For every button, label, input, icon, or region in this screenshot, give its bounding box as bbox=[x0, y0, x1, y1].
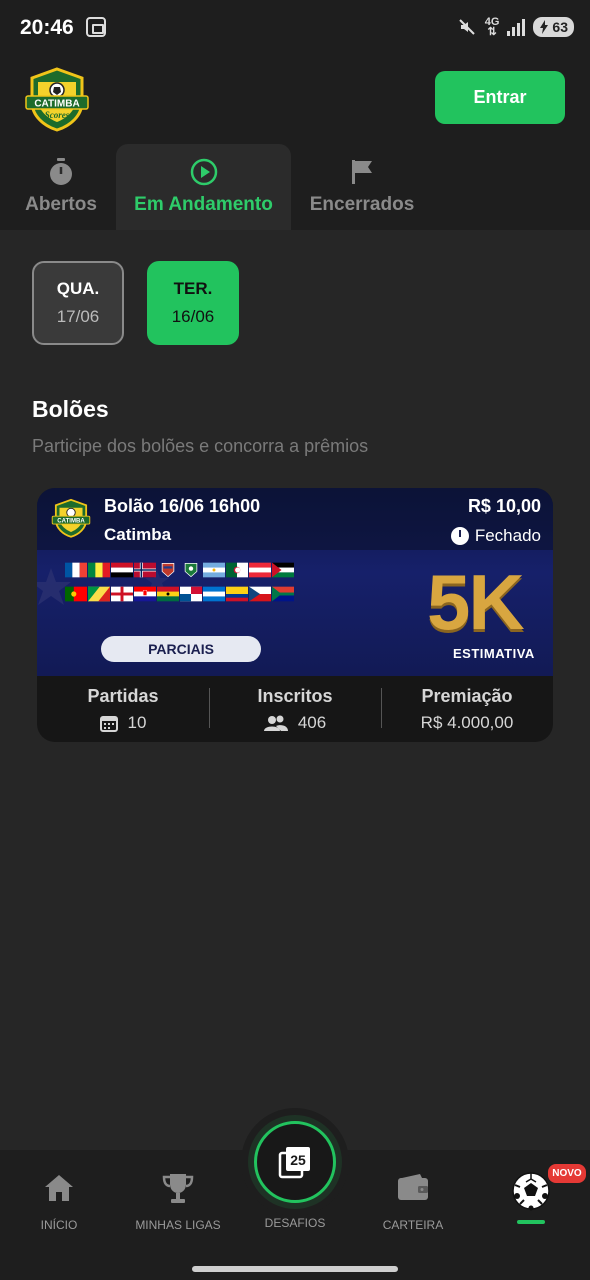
mute-icon bbox=[457, 17, 477, 37]
flag-colombia-icon bbox=[226, 586, 248, 602]
challenges-icon-number: 25 bbox=[290, 1152, 306, 1168]
nav-challenges-label[interactable]: DESAFIOS bbox=[245, 1216, 345, 1230]
calendar-icon bbox=[99, 715, 118, 732]
challenges-cards-icon: 25 bbox=[278, 1147, 310, 1179]
stat-entrants: Inscritos 406 bbox=[209, 676, 381, 742]
stat-entrants-value: 406 bbox=[297, 712, 327, 732]
tab-closed[interactable]: Encerrados bbox=[300, 144, 424, 230]
trophy-icon bbox=[160, 1170, 196, 1206]
flag-club-crest-icon bbox=[161, 563, 175, 578]
catimba-scores-logo[interactable]: CATIMBA Scores bbox=[24, 66, 90, 132]
status-bar: 20:46 4G ⇅ 63 bbox=[0, 0, 590, 56]
flag-algeria-icon bbox=[226, 562, 248, 578]
nav-home-label: INÍCIO bbox=[40, 1218, 78, 1232]
status-time: 20:46 bbox=[20, 16, 74, 39]
nav-my-leagues[interactable]: MINHAS LIGAS bbox=[128, 1150, 228, 1258]
date-chip-date: 17/06 bbox=[56, 307, 100, 326]
gesture-bar bbox=[0, 1258, 590, 1280]
tab-closed-label: Encerrados bbox=[309, 194, 415, 215]
stat-matches-label: Partidas bbox=[87, 685, 159, 706]
challenges-fab-wrapper: 25 bbox=[241, 1108, 349, 1216]
pool-card[interactable]: CATIMBA Bolão 16/06 16h00 Catimba R$ 10,… bbox=[37, 488, 553, 742]
nav-wallet-label: CARTEIRA bbox=[382, 1218, 444, 1232]
flag-south-africa-icon bbox=[272, 586, 294, 602]
flag-senegal-icon bbox=[88, 562, 110, 578]
flag-icon bbox=[348, 158, 376, 186]
flag-jordan-icon bbox=[272, 562, 294, 578]
tab-in-progress[interactable]: Em Andamento bbox=[116, 144, 291, 230]
date-chip-day: QUA. bbox=[56, 279, 100, 298]
section-subtitle: Participe dos bolões e concorra a prêmio… bbox=[32, 436, 369, 456]
flag-england-icon bbox=[111, 586, 133, 602]
users-icon bbox=[263, 715, 288, 731]
flag-france-icon bbox=[65, 562, 87, 578]
logo-text: CATIMBA bbox=[34, 99, 79, 110]
login-button[interactable]: Entrar bbox=[435, 71, 565, 124]
app-header: CATIMBA Scores Entrar bbox=[0, 56, 590, 144]
wallet-icon bbox=[395, 1170, 431, 1206]
prize-headline: 5K bbox=[427, 558, 525, 646]
flag-iraq-icon bbox=[111, 562, 133, 578]
prize-caption: ESTIMATIVA bbox=[453, 646, 535, 661]
flag-portugal-icon bbox=[65, 586, 87, 602]
stat-prize: Premiação R$ 4.000,00 bbox=[381, 676, 553, 742]
stopwatch-icon bbox=[47, 158, 75, 186]
stat-matches-value: 10 bbox=[127, 712, 147, 732]
section-title: Bolões bbox=[32, 396, 109, 422]
organizer-logo: CATIMBA bbox=[51, 498, 91, 538]
nav-soccer-ball-icon[interactable] bbox=[510, 1170, 552, 1212]
date-chip-date: 16/06 bbox=[171, 307, 215, 326]
play-circle-icon bbox=[190, 158, 218, 186]
network-label: 4G bbox=[484, 16, 500, 28]
pool-status-label: Fechado bbox=[474, 526, 541, 545]
partials-button[interactable]: PARCIAIS bbox=[101, 636, 261, 662]
stat-matches: Partidas 10 bbox=[37, 676, 209, 742]
challenges-button[interactable]: 25 bbox=[254, 1121, 336, 1203]
tab-in-progress-label: Em Andamento bbox=[134, 194, 273, 215]
pool-price: R$ 10,00 bbox=[467, 496, 541, 516]
charging-icon bbox=[540, 20, 549, 34]
battery-level: 63 bbox=[552, 19, 568, 35]
pool-organizer: Catimba bbox=[104, 525, 172, 544]
flag-panama-icon bbox=[180, 586, 202, 602]
status-tabs: Abertos Em Andamento Encerrados bbox=[0, 144, 590, 230]
flag-austria-icon bbox=[249, 562, 271, 578]
flag-congo-icon bbox=[88, 586, 110, 602]
team-flags bbox=[65, 562, 335, 610]
flag-ghana-icon bbox=[157, 586, 179, 602]
signal-icon bbox=[507, 18, 526, 36]
pool-stats: Partidas 10 Inscritos 406 Premiação R$ 4… bbox=[37, 676, 553, 742]
battery-indicator: 63 bbox=[533, 17, 574, 37]
date-chip-wednesday[interactable]: QUA. 17/06 bbox=[32, 261, 124, 345]
home-gesture-handle[interactable] bbox=[192, 1266, 398, 1272]
network-icon: 4G ⇅ bbox=[484, 16, 500, 38]
pool-card-banner: CATIMBA Bolão 16/06 16h00 Catimba R$ 10,… bbox=[37, 488, 553, 676]
date-chip-tuesday[interactable]: TER. 16/06 bbox=[147, 261, 239, 345]
stat-entrants-label: Inscritos bbox=[257, 685, 333, 706]
flag-club-crest-2-icon bbox=[184, 563, 198, 578]
date-chip-day: TER. bbox=[173, 279, 213, 298]
flag-croatia-icon bbox=[134, 586, 156, 602]
flag-czechia-icon bbox=[249, 586, 271, 602]
clock-icon bbox=[450, 527, 469, 545]
nav-active-indicator bbox=[517, 1220, 545, 1224]
nav-home[interactable]: INÍCIO bbox=[28, 1150, 90, 1258]
pool-title: Bolão 16/06 16h00 bbox=[104, 496, 261, 516]
screenshot-icon bbox=[86, 17, 106, 37]
stat-prize-label: Premiação bbox=[421, 685, 513, 706]
new-badge: NOVO bbox=[548, 1164, 586, 1183]
organizer-logo-text: CATIMBA bbox=[57, 519, 85, 525]
stat-prize-value: R$ 4.000,00 bbox=[420, 712, 514, 732]
tab-open-label: Abertos bbox=[25, 194, 97, 215]
flag-honduras-icon bbox=[203, 586, 225, 602]
pool-status: Fechado bbox=[450, 526, 541, 546]
home-icon bbox=[41, 1170, 77, 1206]
flag-argentina-icon bbox=[203, 562, 225, 578]
logo-subtext: Scores bbox=[45, 110, 70, 120]
tab-open[interactable]: Abertos bbox=[16, 144, 106, 230]
nav-wallet[interactable]: CARTEIRA bbox=[378, 1150, 448, 1258]
nav-my-leagues-label: MINHAS LIGAS bbox=[135, 1218, 221, 1232]
status-icons: 4G ⇅ 63 bbox=[457, 16, 574, 38]
flag-norway-icon bbox=[134, 562, 156, 578]
